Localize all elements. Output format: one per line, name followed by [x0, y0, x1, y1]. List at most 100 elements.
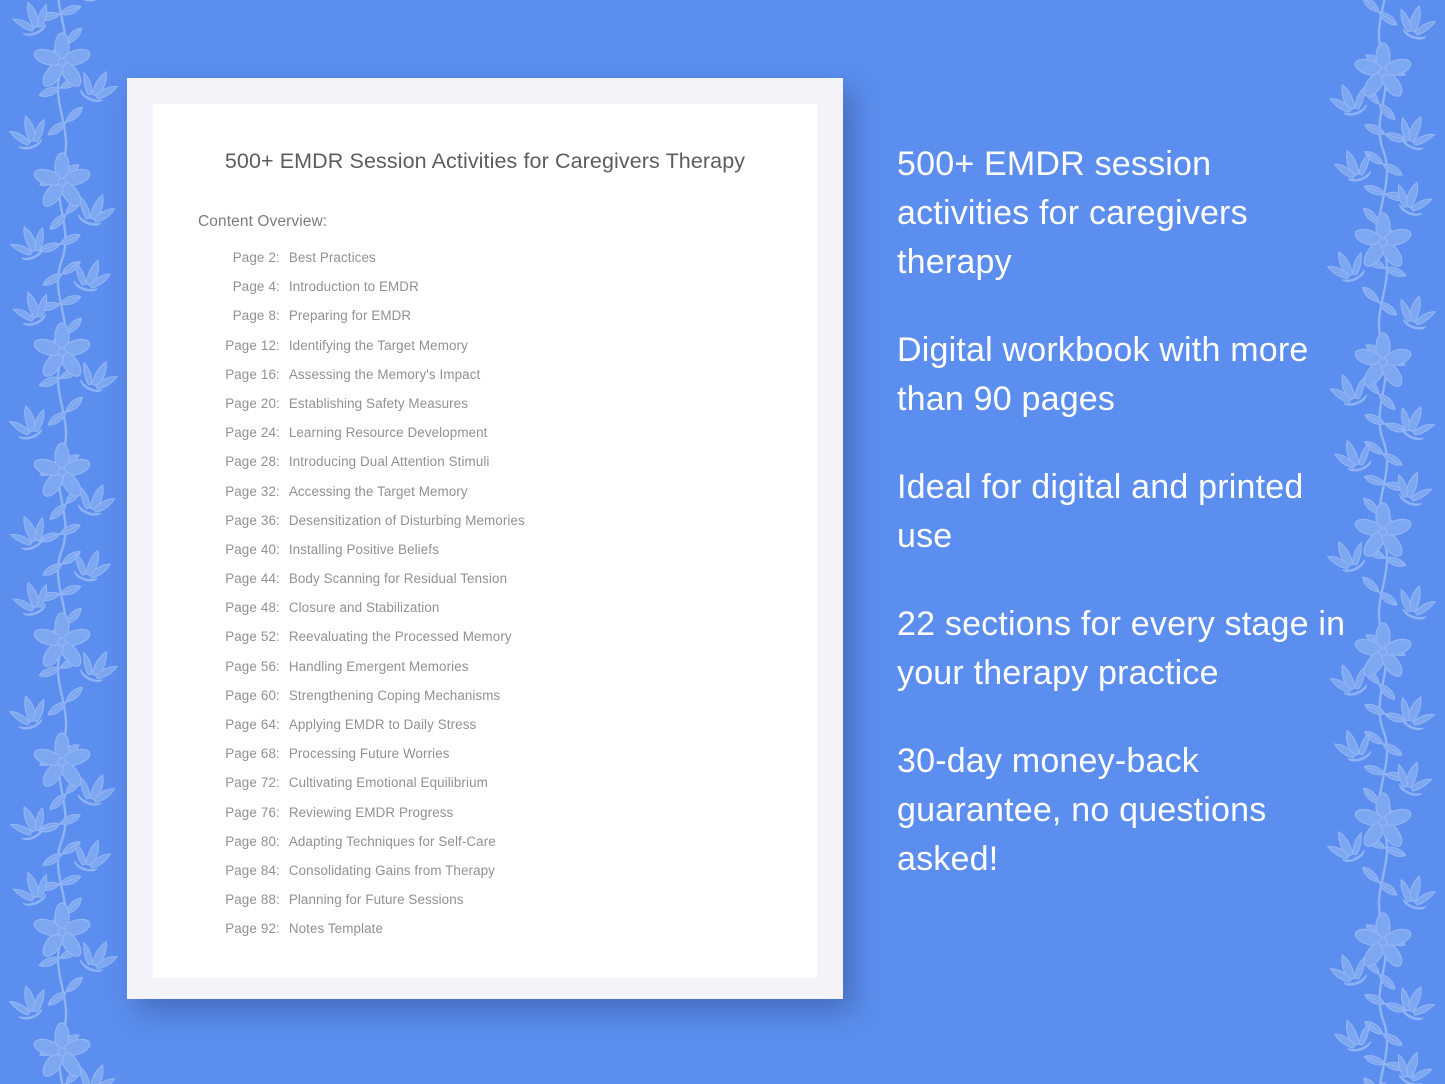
toc-page-value: 24 [260, 425, 276, 441]
toc-page-number: Page 4 [221, 279, 276, 294]
marketing-item: 30-day money-back guarantee, no question… [897, 742, 1267, 878]
toc-entry-title: Processing Future Worries [288, 746, 450, 762]
toc-entry: Page 8 : Preparing for EMDR [221, 308, 817, 337]
toc-page-value: 8 [268, 308, 276, 324]
toc-page-word: Page [225, 658, 257, 674]
toc-page-word: Page [225, 600, 257, 616]
toc-page-value: 60 [260, 687, 276, 703]
floral-vine-icon [0, 0, 130, 1084]
toc-page-number: Page 88 [221, 892, 276, 907]
toc-entry-title: Introducing Dual Attention Stimuli [288, 454, 490, 470]
toc-entry: Page 88 : Planning for Future Sessions [221, 892, 817, 921]
toc-entry: Page 28 : Introducing Dual Attention Stim… [221, 454, 817, 483]
toc-colon: : [276, 366, 280, 382]
toc-page-word: Page [225, 717, 257, 732]
marketing-item: Digital workbook with more than 90 pages [897, 331, 1309, 418]
toc-page-number: Page 64 [221, 717, 276, 732]
document-page: 500+ EMDR Session Activities for Caregiv… [153, 104, 817, 978]
toc-page-word: Page [225, 804, 257, 820]
toc-entry: Page 44 : Body Scanning for Residual Tens… [221, 571, 817, 600]
toc-colon: : [276, 571, 280, 587]
toc-colon: : [276, 425, 280, 441]
toc-entry: Page 76 : Reviewing EMDR Progress [221, 805, 817, 834]
toc-page-number: Page 48 [221, 600, 276, 615]
toc-entry: Page 60 : Strengthening Coping Mechanisms [221, 688, 817, 717]
toc-colon: : [276, 892, 280, 908]
toc-page-number: Page 40 [221, 542, 276, 557]
toc-entry-title: Assessing the Memory's Impact [288, 366, 481, 382]
toc-page-number: Page 72 [221, 775, 276, 790]
toc-entry-title: Body Scanning for Residual Tension [288, 571, 508, 587]
toc-entry: Page 64 : Applying EMDR to Daily Stress [221, 717, 817, 746]
toc-page-number: Page 16 [221, 367, 276, 382]
toc-colon: : [276, 279, 280, 295]
toc-entry: Page 36 : Desensitization of Disturbing M… [221, 513, 817, 542]
toc-entry: Page 52 : Reevaluating the Processed Memo… [221, 629, 817, 658]
toc-entry-title: Closure and Stabilization [288, 600, 440, 616]
marketing-panel: 500+ EMDR session activities for caregiv… [897, 140, 1349, 884]
page-title: 500+ EMDR Session Activities for Caregiv… [224, 149, 746, 173]
toc-page-value: 28 [260, 454, 276, 470]
toc-page-number: Page 80 [221, 834, 276, 849]
toc-page-word: Page [225, 425, 257, 441]
toc-page-value: 64 [260, 717, 276, 732]
toc-page-number: Page 12 [221, 338, 276, 353]
toc-entry-title: Handling Emergent Memories [288, 658, 469, 674]
toc-entry-title: Best Practices [288, 250, 376, 265]
toc-page-value: 48 [260, 600, 276, 616]
toc-page-word: Page [225, 629, 257, 645]
toc-page-number: Page 28 [221, 454, 276, 469]
marketing-item: 500+ EMDR session activities for caregiv… [897, 145, 1248, 281]
toc-page-word: Page [225, 862, 257, 878]
toc-entry: Page 20 : Establishing Safety Measures [221, 396, 817, 425]
toc-entry: Page 48 : Closure and Stabilization [221, 600, 817, 629]
toc-colon: : [276, 629, 280, 645]
floral-border-left [0, 0, 130, 1084]
toc-entry-title: Cultivating Emotional Equilibrium [288, 775, 488, 791]
toc-page-value: 52 [260, 629, 276, 645]
toc-page-word: Page [225, 541, 257, 557]
toc-entry-title: Preparing for EMDR [288, 308, 412, 324]
toc-page-number: Page 68 [221, 746, 276, 761]
toc-colon: : [276, 658, 280, 674]
toc-page-number: Page 24 [221, 425, 276, 440]
toc-page-word: Page [225, 395, 257, 411]
toc-colon: : [276, 337, 280, 353]
toc-page-value: 16 [260, 366, 276, 382]
toc-entry: Page 32 : Accessing the Target Memory [221, 484, 817, 513]
marketing-item: Ideal for digital and printed use [897, 468, 1304, 555]
toc-entry-title: Applying EMDR to Daily Stress [288, 717, 477, 732]
toc-page-word: Page [225, 454, 257, 470]
toc-page-number: Page 60 [221, 688, 276, 703]
toc-page-value: 56 [260, 658, 276, 674]
toc-entry-title: Planning for Future Sessions [288, 892, 464, 908]
toc-page-value: 88 [260, 892, 276, 908]
toc-entry: Page 80 : Adapting Techniques for Self-Ca… [221, 834, 817, 863]
toc-page-number: Page 36 [221, 513, 276, 528]
toc-colon: : [276, 775, 280, 791]
toc-page-number: Page 56 [221, 659, 276, 674]
toc-entry-title: Desensitization of Disturbing Memories [288, 512, 525, 528]
toc-page-value: 12 [260, 337, 276, 353]
toc-page-word: Page [225, 366, 257, 382]
toc-colon: : [276, 746, 280, 762]
toc-page-number: Page 20 [221, 396, 276, 411]
toc-entry-title: Notes Template [288, 921, 384, 937]
toc-entry: Page 12 : Identifying the Target Memory [221, 338, 817, 367]
toc-page-word: Page [225, 892, 257, 908]
toc-page-value: 2 [268, 250, 276, 265]
toc-entry: Page 56 : Handling Emergent Memories [221, 659, 817, 688]
toc-page-number: Page 8 [221, 308, 276, 323]
toc-colon: : [276, 687, 280, 703]
toc-colon: : [276, 250, 280, 265]
toc-colon: : [276, 804, 280, 820]
toc-entry-title: Strengthening Coping Mechanisms [288, 687, 501, 703]
toc-entry-title: Accessing the Target Memory [288, 483, 468, 499]
toc-page-word: Page [232, 279, 265, 295]
toc-entry-title: Adapting Techniques for Self-Care [288, 833, 496, 849]
content-overview-label: Content Overview: [198, 213, 328, 230]
toc-entry-title: Introduction to EMDR [288, 279, 419, 295]
toc-page-word: Page [225, 921, 257, 937]
toc-page-word: Page [225, 775, 257, 791]
toc-page-number: Page 32 [221, 484, 276, 499]
